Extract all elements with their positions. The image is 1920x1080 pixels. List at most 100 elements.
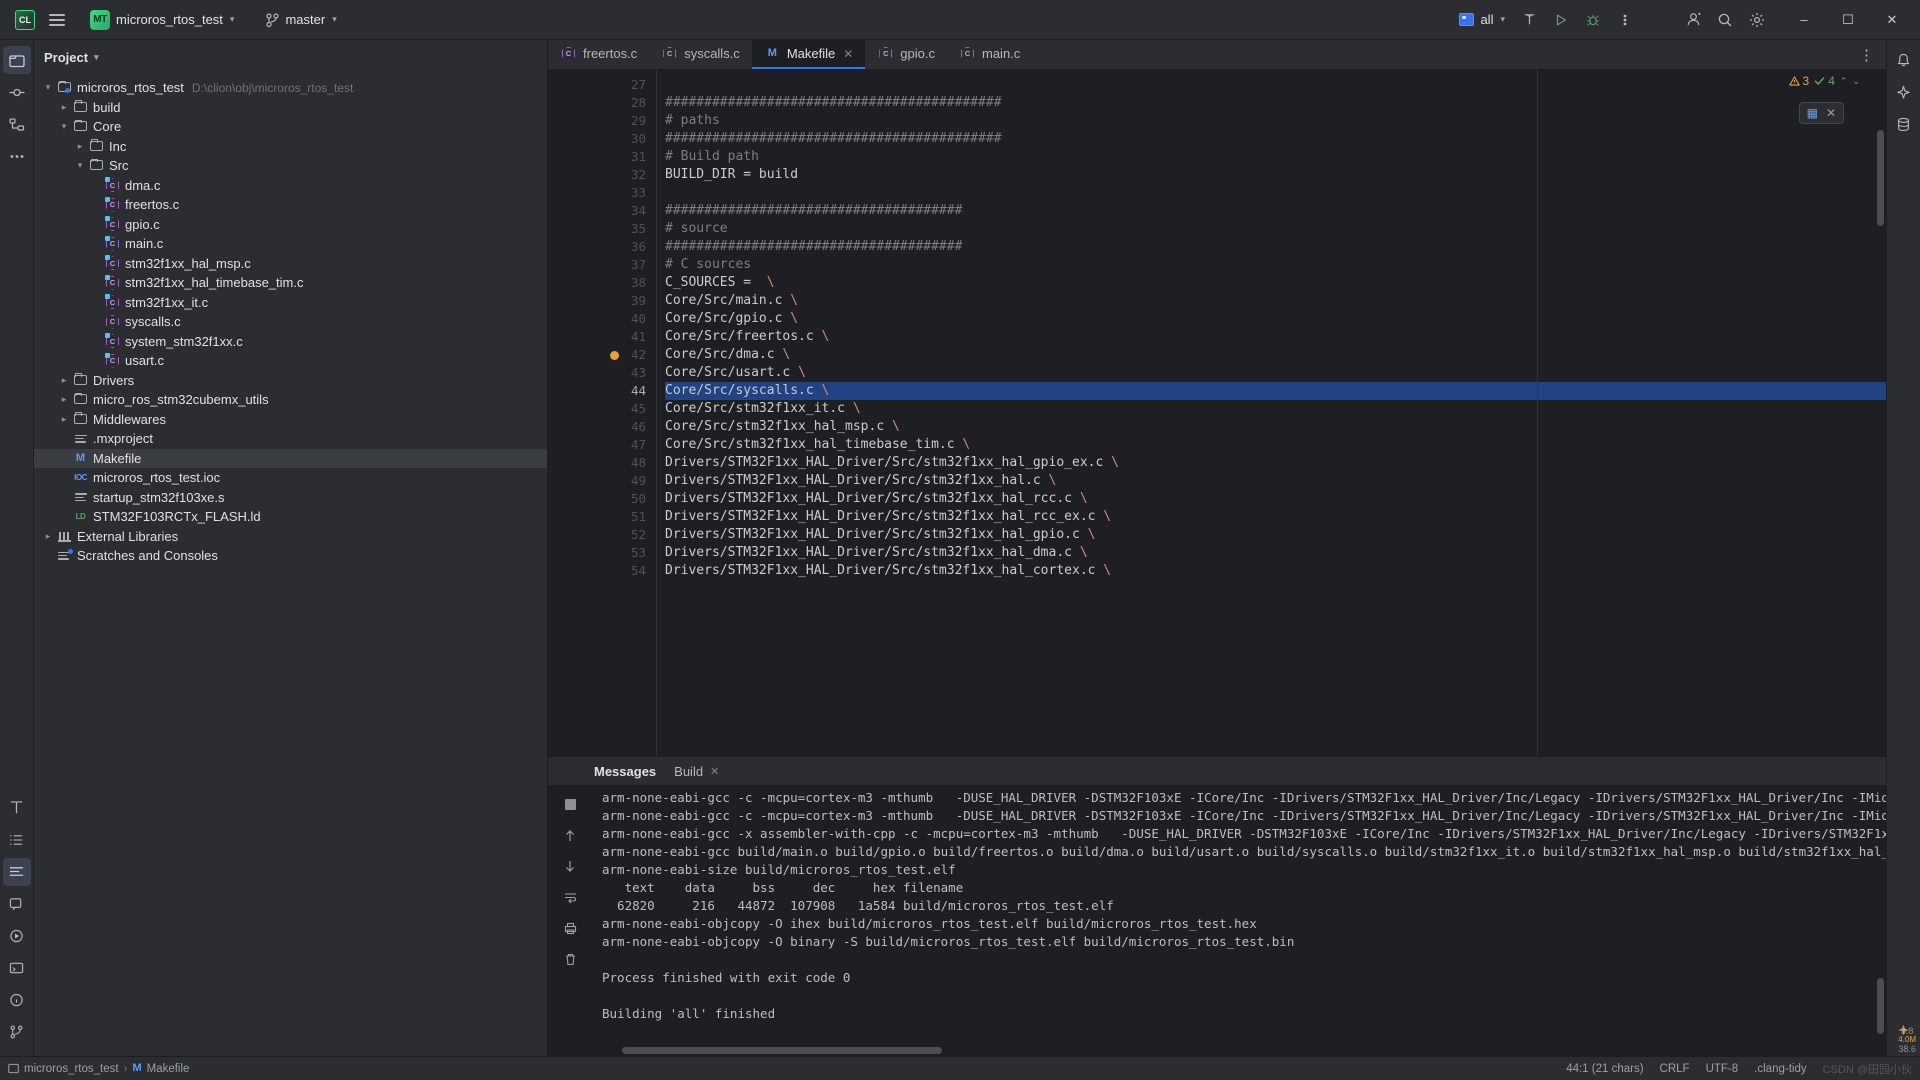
console-horizontal-scrollbar[interactable]	[592, 1047, 1886, 1054]
tree-row[interactable]: ▸Inc	[34, 137, 547, 157]
more-actions-button[interactable]	[1610, 5, 1640, 35]
line-number[interactable]: 35	[604, 220, 646, 238]
line-number[interactable]: 44	[604, 382, 646, 400]
code-line[interactable]: Core/Src/gpio.c \	[665, 310, 1886, 328]
code-line[interactable]: Drivers/STM32F1xx_HAL_Driver/Src/stm32f1…	[665, 508, 1886, 526]
chevron-right-icon[interactable]: ▸	[40, 531, 56, 542]
editor-tab-main-c[interactable]: Cmain.c	[947, 40, 1032, 69]
line-number[interactable]: 49	[604, 472, 646, 490]
code-line[interactable]: ######################################	[665, 238, 1886, 256]
code-line[interactable]: # C sources	[665, 256, 1886, 274]
ok-count-item[interactable]: 4	[1814, 74, 1835, 88]
sidebar-item-todo[interactable]	[3, 826, 31, 854]
line-number[interactable]: 41	[604, 328, 646, 346]
notifications-button[interactable]	[1890, 46, 1918, 74]
code-line[interactable]: Drivers/STM32F1xx_HAL_Driver/Src/stm32f1…	[665, 526, 1886, 544]
line-number[interactable]: 47	[604, 436, 646, 454]
breadcrumb-project[interactable]: microros_rtos_test	[8, 1063, 119, 1075]
makefile-icon[interactable]: ▦	[1807, 106, 1818, 120]
tree-row[interactable]: ▾Core	[34, 117, 547, 137]
code-line[interactable]: Core/Src/freertos.c \	[665, 328, 1886, 346]
soft-wrap-button[interactable]	[559, 886, 581, 908]
sidebar-item-build[interactable]	[3, 954, 31, 982]
code-line[interactable]: C_SOURCES = \	[665, 274, 1886, 292]
close-icon[interactable]: ✕	[843, 47, 853, 61]
prev-problem-button[interactable]: ⌃	[1840, 76, 1848, 87]
bottom-panel-tabs[interactable]: Messages Build✕	[548, 757, 1886, 785]
line-number[interactable]: 40	[604, 310, 646, 328]
line-number[interactable]: 53	[604, 544, 646, 562]
project-selector[interactable]: MT microros_rtos_test ▾	[82, 7, 242, 33]
stop-button[interactable]	[559, 793, 581, 815]
search-everywhere-button[interactable]	[1710, 5, 1740, 35]
scroll-down-button[interactable]	[559, 855, 581, 877]
close-icon[interactable]: ✕	[1826, 106, 1836, 120]
code-line[interactable]: # paths	[665, 112, 1886, 130]
line-number[interactable]: 50	[604, 490, 646, 508]
clion-logo-button[interactable]: CL	[10, 5, 40, 35]
editor-code-content[interactable]: ###################################### ##…	[656, 70, 1886, 756]
code-line[interactable]	[665, 76, 1886, 94]
ai-assistant-button[interactable]	[1890, 78, 1918, 106]
maximize-button[interactable]: ☐	[1826, 1, 1870, 39]
line-number[interactable]: 45	[604, 400, 646, 418]
tree-row[interactable]: ▸build	[34, 98, 547, 118]
tree-row[interactable]: Cfreertos.c	[34, 195, 547, 215]
main-menu-button[interactable]	[42, 5, 72, 35]
code-line[interactable]: Drivers/STM32F1xx_HAL_Driver/Src/stm32f1…	[665, 562, 1886, 580]
code-line[interactable]: ########################################…	[665, 130, 1886, 148]
scroll-up-button[interactable]	[559, 824, 581, 846]
editor-scrollbar-thumb[interactable]	[1877, 130, 1884, 226]
chevron-right-icon[interactable]: ▸	[56, 414, 72, 425]
code-line[interactable]: ######################################	[665, 202, 1886, 220]
line-number[interactable]: 46	[604, 418, 646, 436]
line-number[interactable]: 54	[604, 562, 646, 580]
caret-position[interactable]: 44:1 (21 chars)	[1566, 1063, 1643, 1075]
code-line[interactable]: Core/Src/syscalls.c \	[665, 382, 1886, 400]
console-horizontal-scrollbar-thumb[interactable]	[622, 1047, 942, 1054]
bottom-tab-messages[interactable]: Messages	[594, 764, 656, 779]
code-line[interactable]: Core/Src/stm32f1xx_hal_timebase_tim.c \	[665, 436, 1886, 454]
bottom-tab-build[interactable]: Build✕	[674, 764, 719, 779]
tree-row[interactable]: .mxproject	[34, 429, 547, 449]
code-line[interactable]: BUILD_DIR = build	[665, 166, 1886, 184]
tree-row[interactable]: IOCmicroros_rtos_test.ioc	[34, 468, 547, 488]
sidebar-item-more[interactable]	[3, 142, 31, 170]
code-line[interactable]: # source	[665, 220, 1886, 238]
build-console-output[interactable]: arm-none-eabi-gcc -c -mcpu=cortex-m3 -mt…	[592, 785, 1886, 1056]
settings-button[interactable]	[1742, 5, 1772, 35]
code-style-config[interactable]: .clang-tidy	[1754, 1063, 1806, 1075]
sidebar-item-structure[interactable]	[3, 110, 31, 138]
run-configuration-selector[interactable]: all ▾	[1452, 9, 1512, 30]
account-button[interactable]	[1678, 5, 1708, 35]
code-line[interactable]: ########################################…	[665, 94, 1886, 112]
code-line[interactable]: Core/Src/usart.c \	[665, 364, 1886, 382]
line-number[interactable]: 43	[604, 364, 646, 382]
line-number[interactable]: 52	[604, 526, 646, 544]
database-button[interactable]	[1890, 110, 1918, 138]
build-button[interactable]	[1514, 5, 1544, 35]
editor-tab-gpio-c[interactable]: Cgpio.c	[865, 40, 947, 69]
tree-row[interactable]: startup_stm32f103xe.s	[34, 488, 547, 508]
chevron-right-icon[interactable]: ▸	[56, 102, 72, 113]
editor-tab-freertos-c[interactable]: Cfreertos.c	[548, 40, 649, 69]
minimize-button[interactable]: –	[1782, 1, 1826, 39]
close-button[interactable]: ✕	[1870, 1, 1914, 39]
warning-count-item[interactable]: 3	[1789, 74, 1810, 88]
project-tree[interactable]: ▾microros_rtos_testD:\clion\obj\microros…	[34, 70, 547, 1056]
tree-row[interactable]: ▸Drivers	[34, 371, 547, 391]
tree-row[interactable]: ▾microros_rtos_testD:\clion\obj\microros…	[34, 78, 547, 98]
code-line[interactable]: Drivers/STM32F1xx_HAL_Driver/Src/stm32f1…	[665, 472, 1886, 490]
line-number[interactable]: 37	[604, 256, 646, 274]
line-number[interactable]: 36	[604, 238, 646, 256]
tree-row[interactable]: ▾Src	[34, 156, 547, 176]
tree-row[interactable]: ▸micro_ros_stm32cubemx_utils	[34, 390, 547, 410]
line-number[interactable]: 51	[604, 508, 646, 526]
sidebar-item-project[interactable]	[3, 46, 31, 74]
code-line[interactable]: # Build path	[665, 148, 1886, 166]
line-number[interactable]: 30	[604, 130, 646, 148]
clear-all-button[interactable]	[559, 948, 581, 970]
line-number[interactable]: 34	[604, 202, 646, 220]
chevron-right-icon[interactable]: ▸	[56, 375, 72, 386]
tree-row[interactable]: Cstm32f1xx_it.c	[34, 293, 547, 313]
